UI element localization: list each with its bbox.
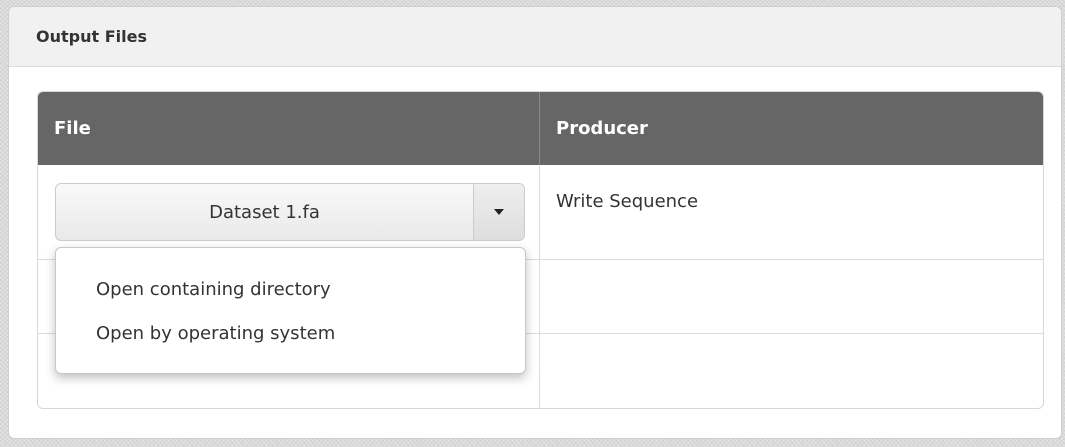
column-header-file[interactable]: File [38,92,540,165]
table-header: File Producer [38,92,1043,165]
file-cell: Dataset 1.fa [38,165,540,259]
panel-title: Output Files [36,27,147,46]
file-dropdown-menu: Open containing directory Open by operat… [55,247,526,374]
menu-item-open-by-operating-system[interactable]: Open by operating system [56,311,525,355]
producer-cell [540,260,1043,333]
file-split-button: Dataset 1.fa [55,183,525,241]
caret-down-icon [494,209,504,215]
output-files-panel: Output Files File Producer Dataset 1.fa … [8,6,1062,439]
column-header-producer[interactable]: Producer [540,92,1043,165]
panel-header: Output Files [9,7,1061,67]
file-button[interactable]: Dataset 1.fa [56,184,473,240]
producer-cell [540,334,1043,408]
producer-cell: Write Sequence [556,191,699,212]
file-dropdown-toggle[interactable] [473,184,524,240]
table-row: Dataset 1.fa Write Sequence [38,165,1043,260]
menu-item-open-containing-directory[interactable]: Open containing directory [56,267,525,311]
